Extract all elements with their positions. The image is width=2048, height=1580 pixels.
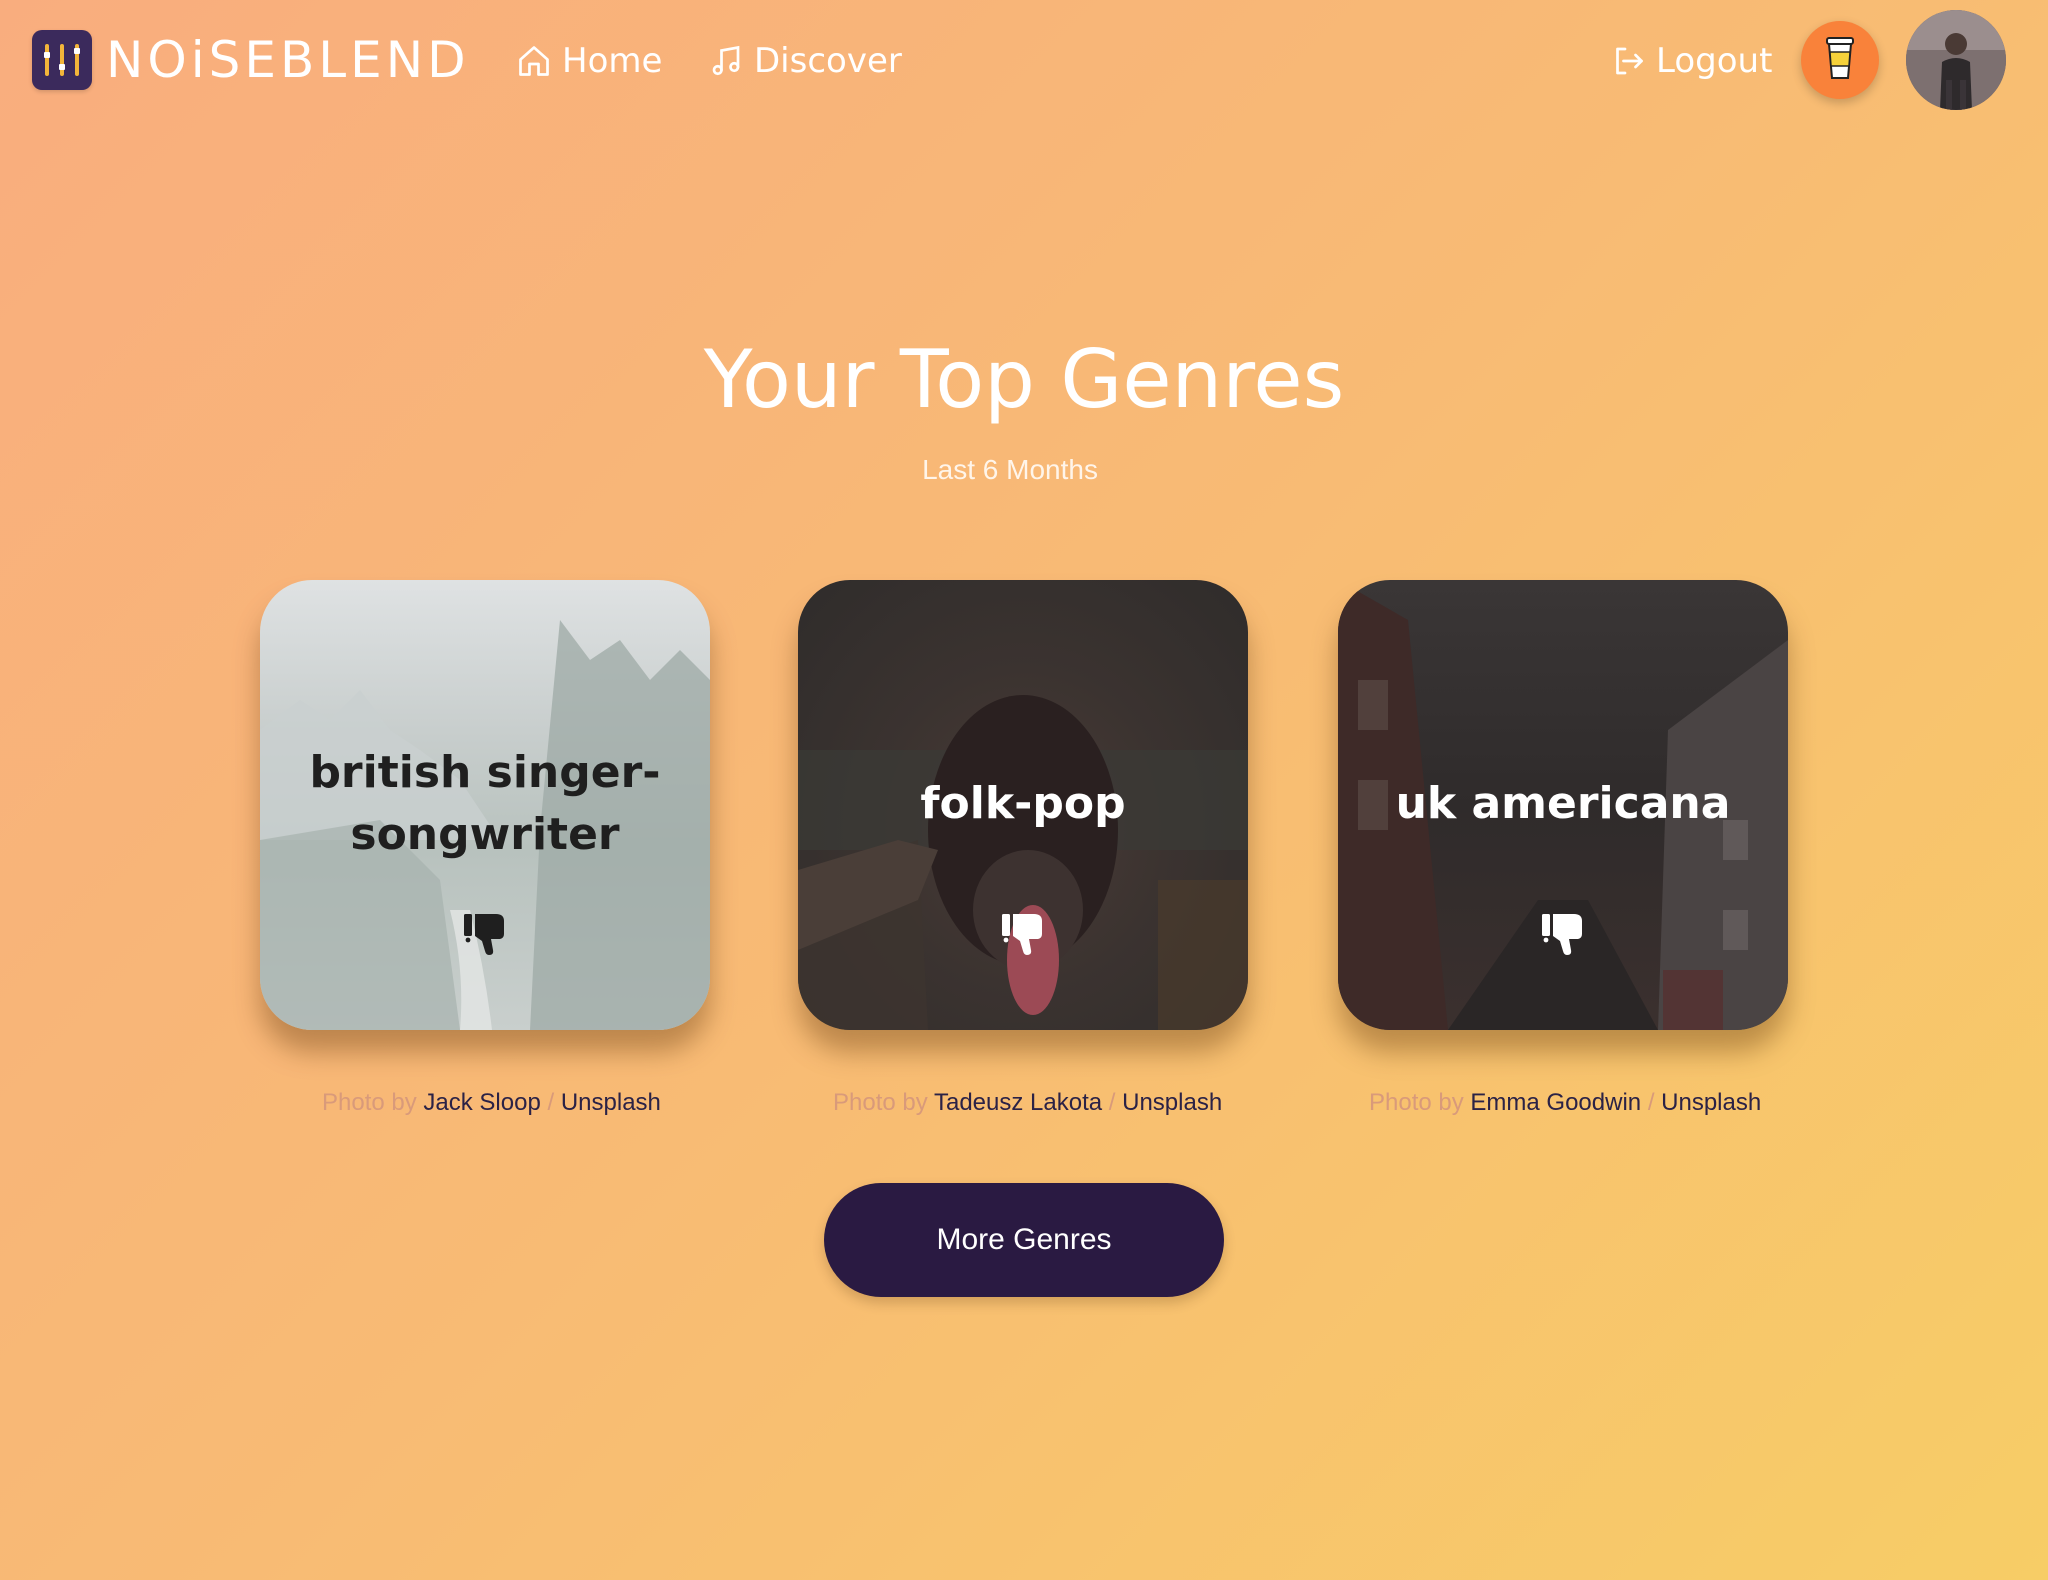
- genre-title: folk-pop: [920, 778, 1126, 829]
- logo-bar: [45, 44, 49, 76]
- photo-credit-prefix: Photo by: [1369, 1089, 1464, 1116]
- photo-credit-prefix: Photo by: [833, 1089, 928, 1116]
- photographer-link[interactable]: Jack Sloop: [423, 1089, 540, 1116]
- logo-dot: [44, 52, 50, 58]
- photo-credit-prefix: Photo by: [322, 1089, 417, 1116]
- logo-bar: [60, 44, 64, 76]
- photo-credit: Photo by Tadeusz Lakota / Unsplash: [833, 1086, 1222, 1120]
- more-genres-button[interactable]: More Genres: [824, 1183, 1224, 1297]
- buy-me-a-coffee-button[interactable]: [1801, 21, 1879, 99]
- music-note-icon: [708, 43, 744, 79]
- photographer-link[interactable]: Tadeusz Lakota: [934, 1089, 1102, 1116]
- nav-discover-link[interactable]: Discover: [708, 36, 902, 86]
- photo-credit: Photo by Emma Goodwin / Unsplash: [1369, 1086, 1761, 1120]
- coffee-cup-icon: [1823, 36, 1857, 84]
- logo-dot: [74, 48, 80, 54]
- logout-link[interactable]: Logout: [1610, 36, 1772, 86]
- brand-wordmark[interactable]: NOiSEBLEND: [106, 30, 470, 90]
- logout-icon: [1610, 43, 1646, 79]
- nav-home-link[interactable]: Home: [516, 36, 662, 86]
- genre-card[interactable]: folk-pop: [798, 580, 1248, 1030]
- thumbs-down-icon[interactable]: [998, 908, 1048, 958]
- credit-separator: /: [547, 1089, 555, 1116]
- page-title: Your Top Genres: [703, 333, 1345, 426]
- genre-title: uk americana: [1395, 778, 1731, 829]
- logo-dot: [59, 64, 65, 70]
- credit-separator: /: [1647, 1089, 1655, 1116]
- nav-home-label: Home: [562, 41, 663, 81]
- photographer-link[interactable]: Emma Goodwin: [1470, 1089, 1641, 1116]
- equalizer-logo-icon[interactable]: [32, 30, 92, 90]
- genre-card[interactable]: british singer-songwriter: [260, 580, 710, 1030]
- credit-separator: /: [1108, 1089, 1116, 1116]
- genre-title: british singer-songwriter: [309, 747, 661, 860]
- thumbs-down-icon[interactable]: [460, 908, 510, 958]
- genre-card[interactable]: uk americana: [1338, 580, 1788, 1030]
- nav-discover-label: Discover: [754, 41, 902, 81]
- photo-credit: Photo by Jack Sloop / Unsplash: [322, 1086, 661, 1120]
- page-subtitle: Last 6 Months: [922, 454, 1098, 485]
- user-avatar[interactable]: [1906, 10, 2006, 110]
- home-icon: [516, 43, 552, 79]
- unsplash-link[interactable]: Unsplash: [1661, 1089, 1761, 1116]
- top-navbar: NOiSEBLEND Home Discover Logout: [0, 0, 2048, 124]
- unsplash-link[interactable]: Unsplash: [1122, 1089, 1222, 1116]
- logout-label: Logout: [1656, 41, 1773, 81]
- thumbs-down-icon[interactable]: [1538, 908, 1588, 958]
- unsplash-link[interactable]: Unsplash: [561, 1089, 661, 1116]
